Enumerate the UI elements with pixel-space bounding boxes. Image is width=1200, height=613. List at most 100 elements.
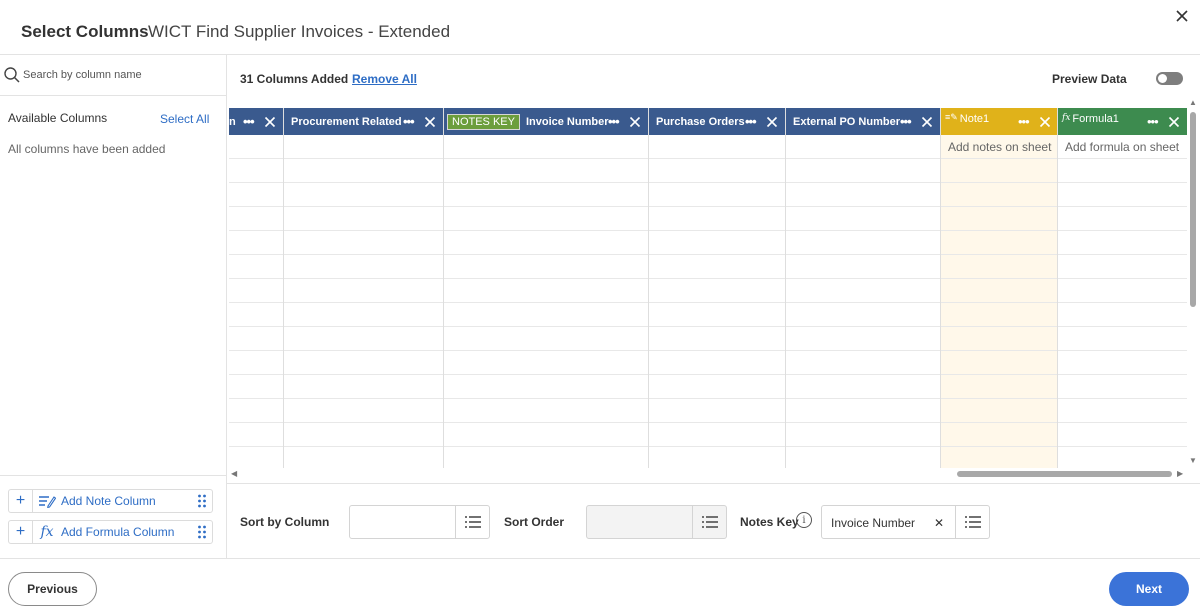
scroll-right-icon[interactable]: ▶ [1177,469,1183,478]
add-note-label: Add Note Column [61,494,156,508]
note-icon: ≡✎ [945,112,958,122]
grid-column[interactable]: External PO Number ••• [786,108,941,468]
column-header[interactable]: n ••• [229,108,283,135]
column-header[interactable]: External PO Number ••• [786,108,940,135]
more-icon[interactable]: ••• [1018,114,1030,129]
add-note-column-button[interactable]: + Add Note Column [8,489,213,513]
notes-key-select[interactable]: Invoice Number ✕ [821,505,990,539]
sort-order-select[interactable] [586,505,727,539]
empty-message: All columns have been added [8,142,166,156]
columns-added-count: 31 Columns Added [240,72,349,86]
grid-column[interactable]: Procurement Related ••• [284,108,444,468]
horizontal-scrollbar[interactable]: ◀ ▶ [229,468,1187,480]
sort-by-label: Sort by Column [240,515,330,529]
dialog-footer: Previous Next [0,558,1200,613]
preview-data-label: Preview Data [1052,72,1127,86]
grid-column[interactable]: Purchase Orders ••• [649,108,786,468]
list-icon[interactable] [955,506,989,538]
available-columns-panel: Available Columns Select All All columns… [0,55,227,558]
notes-key-badge: NOTES KEY [447,113,520,130]
grid-column[interactable]: NOTES KEY Invoice Number ••• [444,108,649,468]
clear-icon[interactable]: ✕ [934,516,944,530]
notes-key-label: Notes Key [740,515,799,529]
formula-placeholder: Add formula on sheet [1065,140,1180,154]
remove-column-icon[interactable] [424,116,436,128]
sort-order-label: Sort Order [504,515,565,529]
column-header[interactable]: Procurement Related ••• [284,108,443,135]
more-icon[interactable]: ••• [403,114,415,129]
remove-column-icon[interactable] [629,116,641,128]
scroll-up-icon[interactable]: ▲ [1189,98,1197,107]
remove-column-icon[interactable] [1039,116,1051,128]
remove-column-icon[interactable] [1168,116,1180,128]
more-icon[interactable]: ••• [745,114,757,129]
columns-grid: n ••• Procurement Related ••• NOTES KEY … [229,108,1187,468]
column-rows [649,135,785,468]
previous-button[interactable]: Previous [8,572,97,606]
column-header[interactable]: Purchase Orders ••• [649,108,785,135]
more-icon[interactable]: ••• [243,114,255,129]
info-icon[interactable]: i [796,512,812,528]
drag-handle-icon[interactable] [192,525,212,539]
remove-column-icon[interactable] [766,116,778,128]
column-rows [1058,135,1187,468]
sort-controls: Sort by Column Sort Order Notes Key i In… [227,483,1200,558]
column-name: Formula1 [1072,112,1119,125]
column-rows [284,135,443,468]
fx-icon: fx [1062,112,1071,123]
column-name: External PO Number [793,115,900,128]
toggle-knob [1158,74,1167,83]
scroll-down-icon[interactable]: ▼ [1189,456,1197,465]
dialog-subtitle: WICT Find Supplier Invoices - Extended [148,22,451,41]
next-button[interactable]: Next [1109,572,1189,606]
dialog-title: Select Columns [21,22,149,41]
column-rows [941,135,1057,468]
column-rows [229,135,283,468]
more-icon[interactable]: ••• [1147,114,1159,129]
remove-column-icon[interactable] [921,116,933,128]
available-columns-title: Available Columns [8,111,108,125]
select-all-link[interactable]: Select All [160,112,209,126]
list-icon[interactable] [455,506,489,538]
column-rows [786,135,940,468]
preview-data-toggle[interactable] [1156,72,1183,85]
sort-by-select[interactable] [349,505,490,539]
scroll-thumb[interactable] [957,471,1172,477]
add-formula-column-button[interactable]: + fx Add Formula Column [8,520,213,544]
formula-column[interactable]: fx Formula1 ••• Add formula on sheet [1058,108,1187,468]
plus-icon[interactable]: + [9,521,33,543]
list-icon[interactable] [692,506,726,538]
column-header[interactable]: ≡✎ Note1 ••• [941,108,1057,135]
select-columns-dialog: Select Columns WICT Find Supplier Invoic… [0,0,1200,613]
vertical-scrollbar[interactable]: ▲ ▼ [1188,98,1198,468]
drag-handle-icon[interactable] [192,494,212,508]
remove-all-link[interactable]: Remove All [352,72,417,86]
note-column[interactable]: ≡✎ Note1 ••• Add notes on sheet [941,108,1058,468]
column-name: Note1 [959,112,990,125]
scroll-left-icon[interactable]: ◀ [231,469,237,478]
column-name: Invoice Number [525,115,609,128]
column-name: Procurement Related [291,115,402,128]
search-box [0,55,226,96]
add-column-section: + Add Note Column + fx Add Formula Colum… [0,475,226,558]
fx-icon: fx [40,524,54,540]
note-placeholder: Add notes on sheet [948,140,1052,154]
scroll-thumb[interactable] [1190,112,1196,307]
column-name: Purchase Orders [656,115,745,128]
grid-column[interactable]: n ••• [229,108,284,468]
close-icon[interactable] [1172,6,1192,26]
search-input[interactable] [23,65,218,85]
dialog-header: Select Columns WICT Find Supplier Invoic… [0,0,1200,55]
search-icon [4,67,20,83]
column-header[interactable]: fx Formula1 ••• [1058,108,1187,135]
column-name: n [229,115,236,128]
more-icon[interactable]: ••• [608,114,620,129]
plus-icon[interactable]: + [9,490,33,512]
more-icon[interactable]: ••• [900,114,912,129]
add-formula-label: Add Formula Column [61,525,175,539]
column-header[interactable]: NOTES KEY Invoice Number ••• [444,108,648,135]
notes-key-value: Invoice Number [831,516,916,530]
note-icon [33,494,61,508]
column-rows [444,135,648,468]
remove-column-icon[interactable] [264,116,276,128]
